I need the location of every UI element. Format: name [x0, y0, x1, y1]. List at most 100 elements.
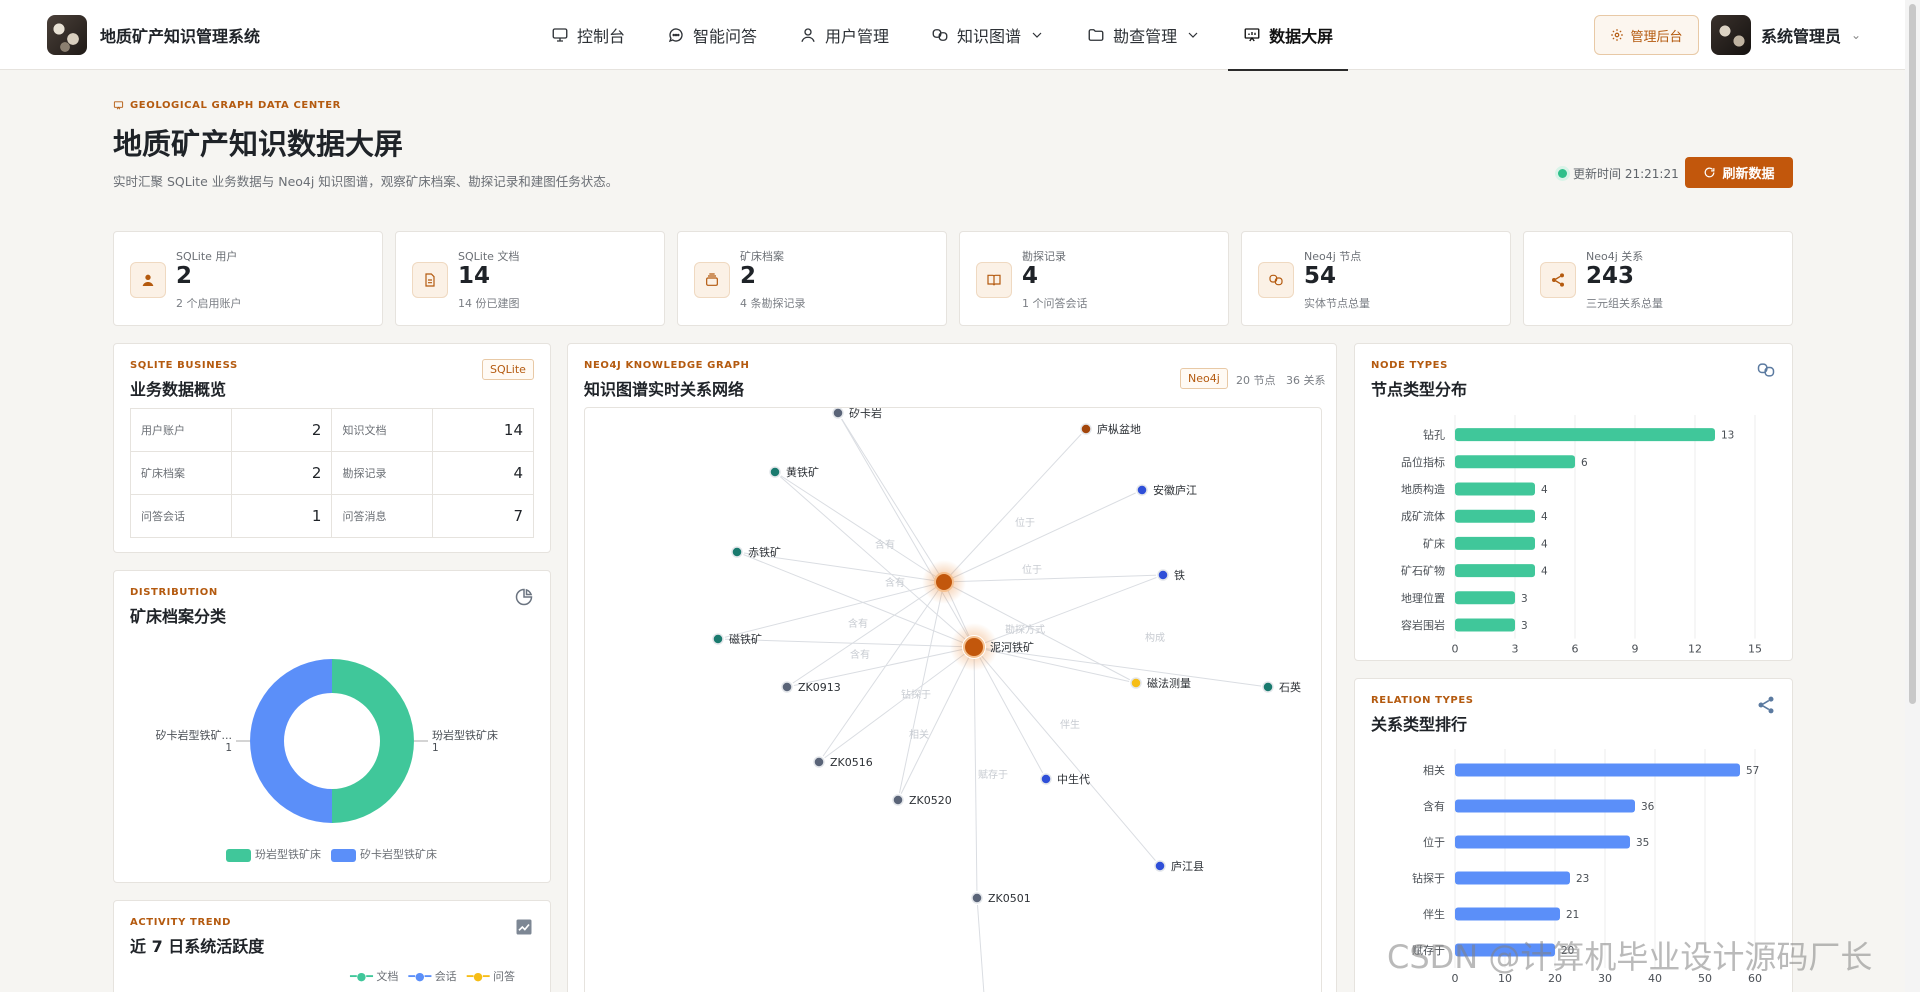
graph-node[interactable]: 磁法测量: [1129, 676, 1191, 690]
card-title: 关系类型排行: [1371, 715, 1468, 734]
main-nav: 控制台 智能问答 用户管理 知识图谱 勘查管理 数据大屏: [536, 0, 1360, 71]
edge-label: 勘探方式: [1005, 623, 1045, 636]
stat-value: 4: [1022, 263, 1039, 289]
stat-value: 243: [1586, 263, 1635, 289]
stat-card-neo4j-nodes[interactable]: Neo4j 节点 54 实体节点总量: [1241, 231, 1511, 326]
stat-card-exploration-records[interactable]: 勘探记录 4 1 个问答会话: [959, 231, 1229, 326]
node-label: 中生代: [1057, 772, 1090, 786]
table-cell-label: 问答消息: [331, 494, 434, 538]
donut-slice: [332, 659, 414, 823]
stat-card-sqlite-docs[interactable]: SQLite 文档 14 14 份已建图: [395, 231, 665, 326]
graph-node[interactable]: 黄铁矿: [768, 465, 819, 479]
graph-canvas[interactable]: 含有 含有 含有 含有 位于 位于 勘探方式 钻探于 相关 构成 伴生 赋存于 矽卡岩 庐枞盆地 黄铁矿 安徽…: [584, 407, 1322, 992]
stat-sub: 14 份已建图: [458, 297, 520, 310]
card-title: 知识图谱实时关系网络: [584, 380, 745, 399]
graph-node[interactable]: ZK0516: [812, 755, 873, 769]
chevron-down-icon: ⌄: [1851, 28, 1862, 42]
user-icon: [130, 262, 166, 298]
brand-title: 地质矿产知识管理系统: [100, 27, 261, 46]
dashboard-icon: [113, 101, 124, 110]
chat-icon: [668, 28, 683, 43]
graph-node[interactable]: 铁: [1156, 568, 1185, 582]
nav-item-qa[interactable]: 智能问答: [652, 0, 772, 70]
graph-node[interactable]: 泥河铁矿: [962, 635, 1034, 659]
graph-node[interactable]: ZK0501: [970, 891, 1031, 905]
data-label: 23: [1576, 873, 1589, 885]
table-cell-label: 勘探记录: [331, 451, 434, 495]
nav-item-dashboard[interactable]: 数据大屏: [1228, 0, 1349, 71]
admin-console-button[interactable]: 管理后台: [1594, 15, 1699, 55]
graph-node[interactable]: ZK0913: [780, 680, 841, 694]
user-menu[interactable]: 系统管理员 ⌄: [1711, 15, 1861, 55]
legend-label: 文档: [376, 970, 399, 983]
nodes-icon[interactable]: [1756, 360, 1776, 380]
pie-chart-icon[interactable]: [514, 587, 534, 607]
graph-edge: [786, 581, 945, 688]
graph-node[interactable]: 庐枞盆地: [1079, 422, 1141, 436]
graph-svg[interactable]: 含有含有含有含有位于位于勘探方式钻探于相关构成伴生赋存于矽卡岩庐枞盆地黄铁矿安徽…: [585, 408, 1322, 992]
tick-label: 3: [1512, 643, 1519, 654]
graph-node[interactable]: 赤铁矿: [730, 545, 781, 559]
graph-icon: [932, 29, 948, 41]
page-scrollbar[interactable]: [1905, 0, 1920, 992]
status-dot: [1558, 169, 1567, 178]
scrollbar-thumb[interactable]: [1909, 4, 1916, 704]
node-dot: [731, 546, 743, 558]
graph-node[interactable]: 磁铁矿: [711, 632, 762, 646]
graph-edge: [837, 412, 975, 648]
bar: [1455, 871, 1570, 885]
legend-item[interactable]: 矽卡岩型铁矿床: [331, 846, 437, 862]
category-label: 位于: [1423, 835, 1445, 849]
node-label: 磁铁矿: [729, 633, 762, 646]
nodes-icon: [1258, 262, 1294, 298]
graph-node[interactable]: 庐江县: [1153, 859, 1204, 873]
brand[interactable]: 地质矿产知识管理系统: [47, 15, 260, 55]
node-dot: [1136, 484, 1148, 496]
nav-item-console[interactable]: 控制台: [536, 0, 640, 70]
category-label: 伴生: [1423, 907, 1445, 921]
graph-node[interactable]: 矽卡岩: [831, 408, 882, 420]
refresh-data-button[interactable]: 刷新数据: [1685, 157, 1793, 188]
folder-icon: [1088, 29, 1104, 41]
donut-chart: 矽卡岩型铁矿...1玢岩型铁矿床1: [156, 659, 498, 823]
category-label: 钻孔: [1423, 428, 1445, 442]
page-kicker-text: GEOLOGICAL GRAPH DATA CENTER: [130, 100, 341, 111]
card-kicker: RELATION TYPES: [1371, 695, 1474, 706]
graph-node[interactable]: 石英: [1261, 680, 1301, 694]
category-label: 成矿流体: [1401, 509, 1445, 523]
node-dot: [963, 636, 985, 658]
nav-item-exploration[interactable]: 勘查管理: [1072, 0, 1216, 70]
line-chart-icon[interactable]: [514, 917, 534, 937]
graph-edge: [774, 471, 945, 583]
category-label: 相关: [1423, 763, 1445, 777]
node-label: 黄铁矿: [786, 465, 819, 479]
graph-node[interactable]: ZK0520: [891, 793, 952, 807]
nav-item-users[interactable]: 用户管理: [784, 0, 904, 70]
user-icon: [801, 28, 815, 42]
node-label: 石英: [1279, 680, 1301, 694]
edge-label: 含有: [850, 648, 870, 661]
stat-card-deposit-archives[interactable]: 矿床档案 2 4 条勘探记录: [677, 231, 947, 326]
share-icon[interactable]: [1756, 695, 1776, 715]
edge-label: 位于: [1015, 516, 1035, 529]
stat-card-neo4j-relations[interactable]: Neo4j 关系 243 三元组关系总量: [1523, 231, 1793, 326]
data-label: 3: [1521, 620, 1528, 632]
stat-label: Neo4j 节点: [1304, 250, 1362, 263]
node-label: ZK0501: [988, 892, 1031, 905]
bar: [1455, 564, 1535, 578]
graph-node[interactable]: 中生代: [1039, 772, 1090, 786]
nav-item-knowledge-graph[interactable]: 知识图谱: [916, 0, 1060, 70]
graph-node[interactable]: 安徽庐江: [1135, 483, 1197, 497]
graph-edge: [897, 646, 975, 801]
stat-card-sqlite-users[interactable]: SQLite 用户 2 2 个启用账户: [113, 231, 383, 326]
graph-edge: [943, 574, 1164, 583]
legend-item[interactable]: 玢岩型铁矿床: [226, 846, 321, 862]
book-icon: [976, 262, 1012, 298]
legend-item[interactable]: ━●━ 问答: [467, 968, 515, 984]
legend-item[interactable]: ━●━ 会话: [408, 968, 456, 984]
graph-edge: [973, 646, 978, 899]
bar: [1455, 907, 1560, 921]
table-row: 用户账户 2 知识文档 14: [130, 408, 534, 452]
legend-item[interactable]: ━●━ 文档: [350, 968, 398, 984]
node-dot: [1154, 860, 1166, 872]
